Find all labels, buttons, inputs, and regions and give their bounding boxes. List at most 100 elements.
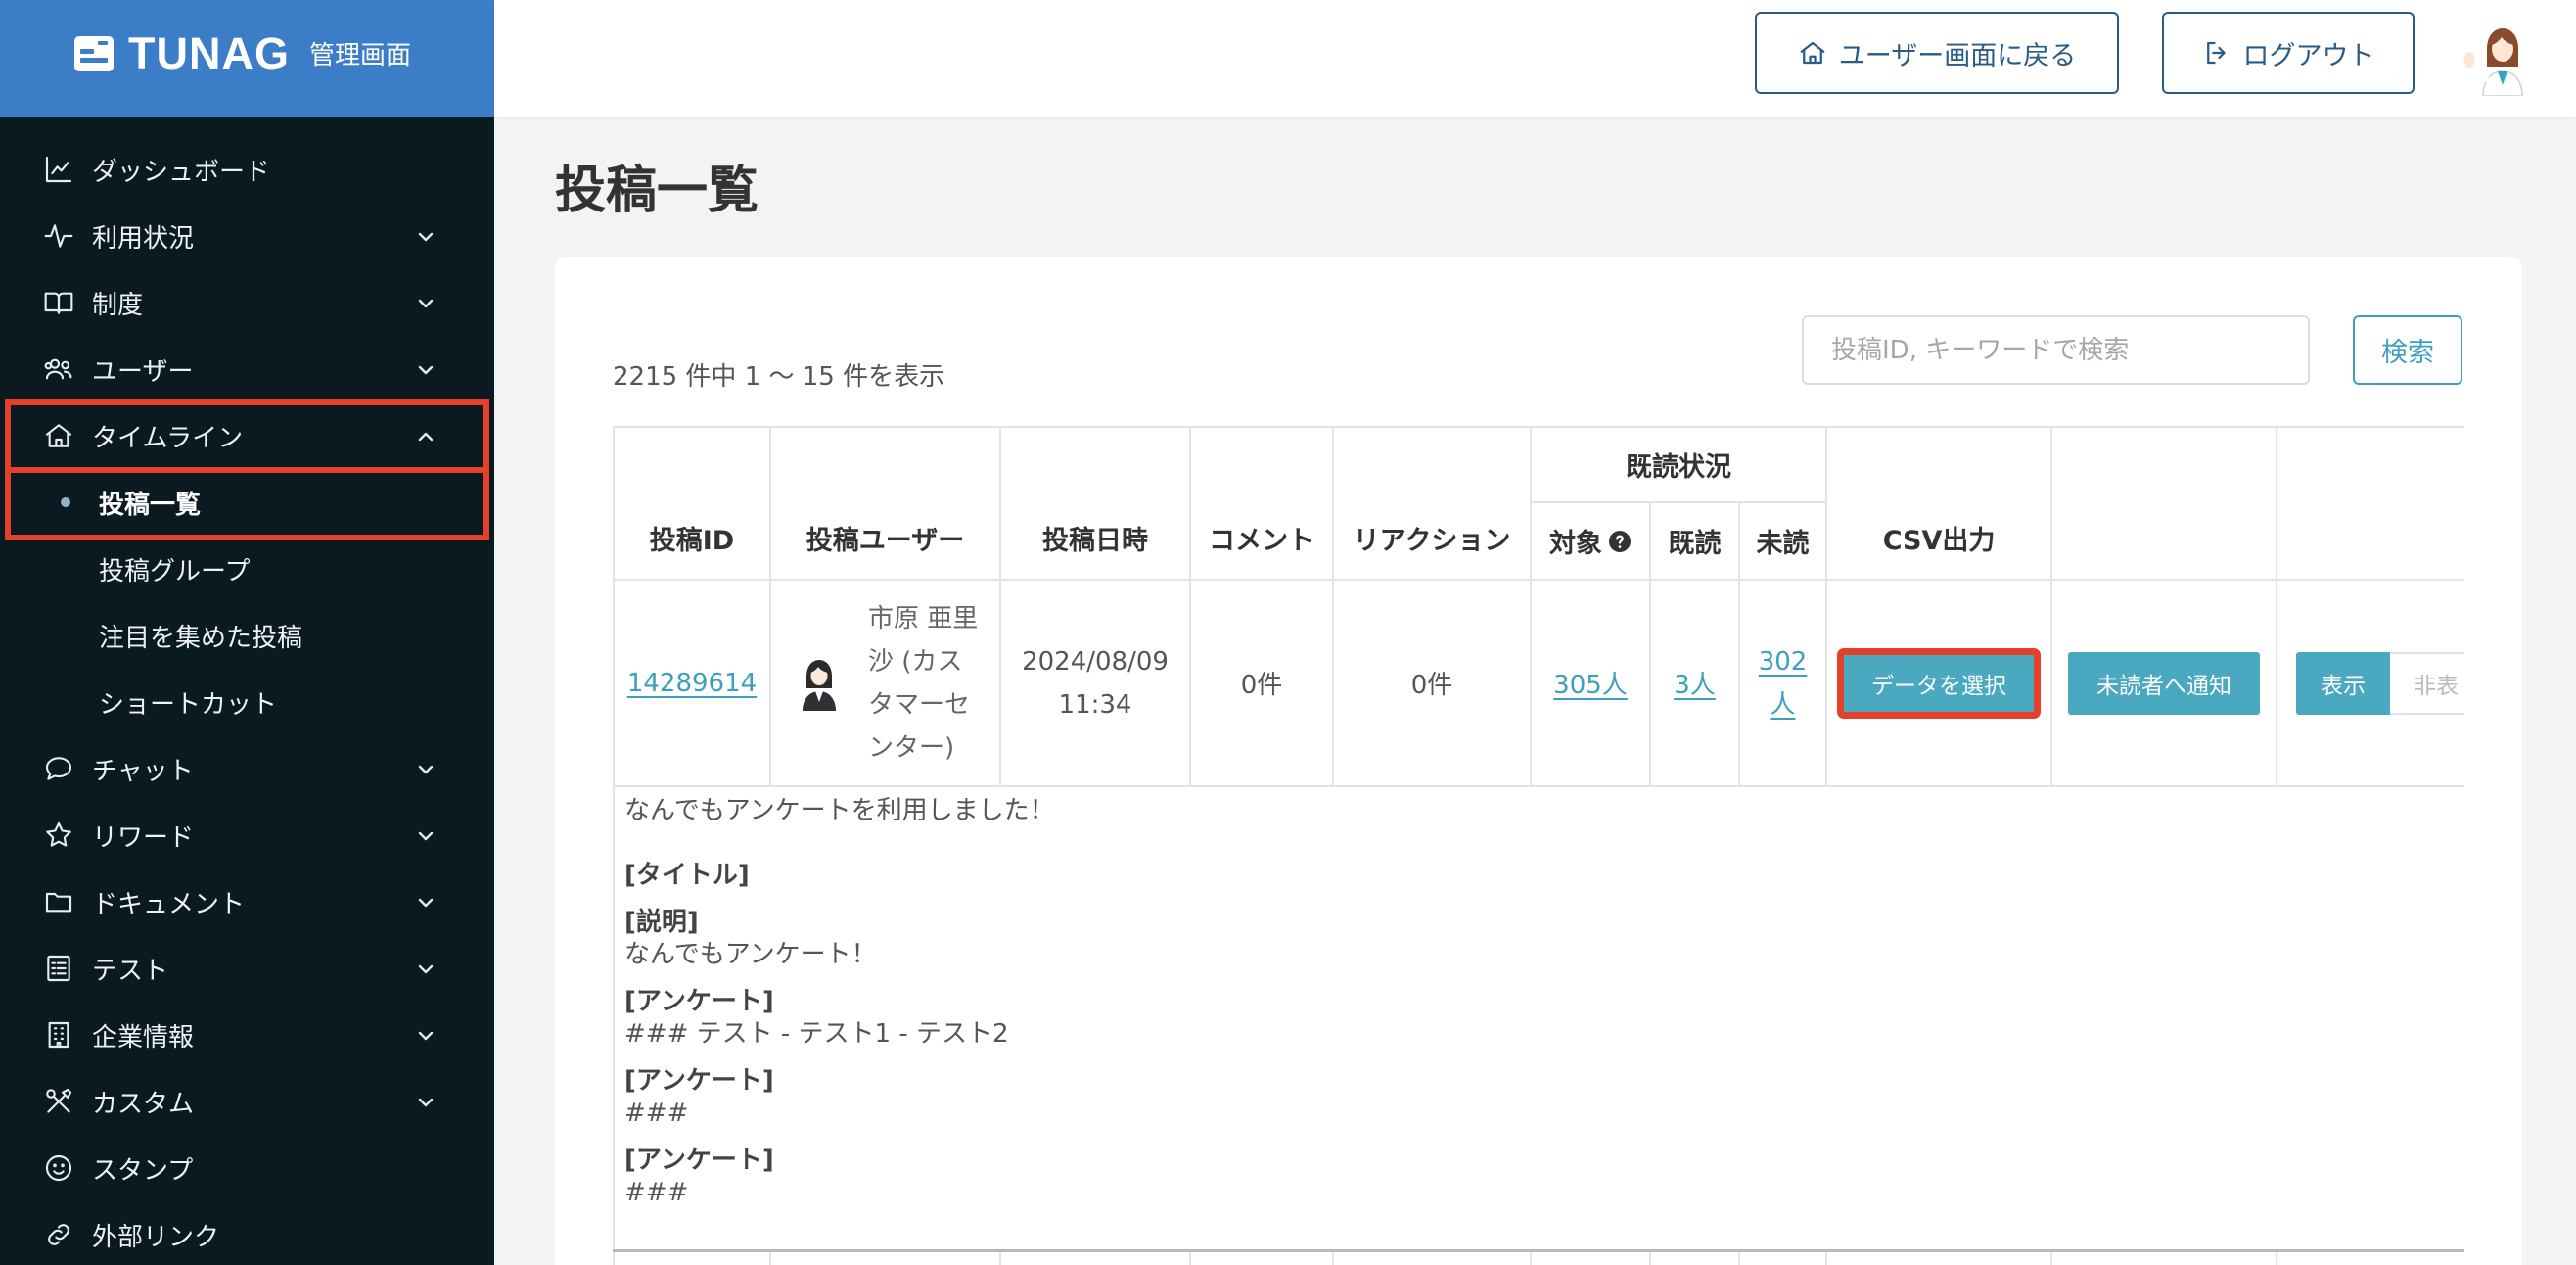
show-button[interactable]: 表示 [2296,651,2391,715]
star-icon [43,820,74,851]
chevron-down-icon[interactable] [414,1091,437,1114]
chevron-down-icon[interactable] [414,758,437,781]
table-cell [1737,1248,1828,1265]
cell-reactions: 0件 [1332,579,1532,787]
chevron-down-icon[interactable] [414,891,437,914]
sidebar-item-reward[interactable]: リワード [0,802,494,868]
sidebar-item-external-link[interactable]: 外部リンク [0,1201,494,1265]
sidebar-item-system[interactable]: 制度 [0,269,494,336]
chevron-down-icon[interactable] [414,1024,437,1048]
table-cell [1825,1248,2053,1265]
chevron-up-icon[interactable] [414,425,437,448]
chevron-down-icon[interactable] [414,958,437,981]
sidebar-subitem-label: 注目を集めた投稿 [99,623,303,653]
table-row: 14289614 市原 亜里沙 (カスタマーセンター) 2024/08/09 1… [613,579,2464,787]
active-bullet [61,497,70,507]
logout-button[interactable]: ログアウト [2162,12,2415,94]
link-icon [43,1219,74,1250]
col-header-target: 対象 [1530,501,1651,581]
chevron-down-icon[interactable] [414,292,437,315]
sidebar-item-label: カスタム [92,1089,195,1119]
search-input[interactable] [1802,315,2310,385]
logout-icon [2202,38,2231,68]
sidebar: TUNAG 管理画面 ダッシュボード 利用状況 制度 ユーザー タイムライン 投… [0,0,494,1265]
chevron-down-icon[interactable] [414,824,437,848]
description-section: [アンケート] ### テスト - テスト1 - テスト2 [624,986,2464,1051]
cell-date: 2024/08/09 11:34 [999,579,1191,787]
brand-header[interactable]: TUNAG 管理画面 [0,0,494,117]
cell-csv: データを選択 [1825,579,2053,787]
hide-button[interactable]: 非表 [2390,651,2464,715]
home-icon [1798,38,1827,68]
sidebar-item-company[interactable]: 企業情報 [0,1002,494,1068]
search-button[interactable]: 検索 [2353,315,2462,385]
sidebar-item-custom[interactable]: カスタム [0,1068,494,1135]
target-count-link[interactable]: 305人 [1553,671,1628,700]
sidebar-subitem-label: 投稿一覧 [99,490,202,520]
sidebar-item-label: 制度 [92,290,144,320]
chevron-down-icon[interactable] [414,225,437,249]
table-cell [1332,1248,1532,1265]
section-heading: [タイトル] [624,861,750,890]
page-title: 投稿一覧 [555,162,759,220]
sidebar-item-dashboard[interactable]: ダッシュボード [0,136,494,203]
table-cell [613,1248,771,1265]
home-icon [43,420,74,451]
col-header-target-label: 対象 [1549,529,1602,559]
col-header-csv: CSV出力 [1825,426,2053,581]
cell-read: 3人 [1649,579,1740,787]
sidebar-item-usage[interactable]: 利用状況 [0,203,494,269]
description-section: [アンケート] ### [624,1065,2464,1130]
col-header-post-id: 投稿ID [613,426,771,581]
user-name: 市原 亜里沙 (カスタマーセンター) [868,603,979,763]
sidebar-subitem-post-list[interactable]: 投稿一覧 [0,469,494,536]
sidebar-subitem-shortcut[interactable]: ショートカット [0,669,494,735]
section-heading: [アンケート] [624,1066,774,1096]
cell-target: 305人 [1530,579,1651,787]
description-section: [説明] なんでもアンケート！ [624,907,2464,971]
posts-table-wrapper: 投稿ID 投稿ユーザー 投稿日時 コメント リアクション 既読状況 CSV出力 … [613,426,2464,1265]
sidebar-item-test[interactable]: テスト [0,935,494,1002]
sidebar-item-label: リワード [92,822,195,853]
table-cell [1649,1248,1740,1265]
col-header-reaction: リアクション [1332,426,1532,581]
notify-unread-button[interactable]: 未読者へ通知 [2068,651,2261,715]
user-avatar[interactable] [2458,18,2536,96]
select-data-button[interactable]: データを選択 [1837,647,2042,719]
cell-post-id: 14289614 [613,579,771,787]
logout-label: ログアウト [2242,40,2375,71]
back-to-user-screen-label: ユーザー画面に戻る [1838,40,2077,71]
sidebar-item-chat[interactable]: チャット [0,735,494,802]
post-description: なんでもアンケートを利用しました！ [タイトル] [説明] なんでもアンケート！… [613,785,2464,1251]
sidebar-item-stamp[interactable]: スタンプ [0,1135,494,1201]
sidebar-subitem-post-group[interactable]: 投稿グループ [0,536,494,602]
tools-icon [43,1086,74,1117]
tunag-logo-icon [72,33,115,74]
col-header-user: 投稿ユーザー [769,426,1001,581]
book-icon [43,287,74,318]
cell-user: 市原 亜里沙 (カスタマーセンター) [769,579,1001,787]
brand-name: TUNAG [128,27,290,78]
unread-count-link[interactable]: 302人 [1759,647,1808,720]
sidebar-subitem-featured-posts[interactable]: 注目を集めた投稿 [0,602,494,669]
chat-icon [43,753,74,784]
section-body: ### テスト - テスト1 - テスト2 [624,1019,1009,1049]
chevron-down-icon[interactable] [414,358,437,382]
question-circle-icon[interactable] [1608,530,1632,553]
table-cell [1530,1248,1651,1265]
sidebar-subitem-label: 投稿グループ [99,556,251,586]
sidebar-nav: ダッシュボード 利用状況 制度 ユーザー タイムライン 投稿一覧 投稿グループ [0,136,494,1265]
users-icon [43,353,74,385]
table-cell [2276,1248,2464,1265]
read-count-link[interactable]: 3人 [1674,671,1716,700]
section-body: ### [624,1178,689,1207]
sidebar-item-document[interactable]: ドキュメント [0,868,494,935]
posts-card: 検索 2215 件中 1 〜 15 件を表示 投稿ID 投稿ユーザー 投稿日時 … [555,257,2522,1265]
sidebar-item-timeline[interactable]: タイムライン [0,402,494,469]
post-id-link[interactable]: 14289614 [627,669,757,698]
sidebar-item-label: 企業情報 [92,1022,195,1053]
table-row [613,1248,2464,1265]
back-to-user-screen-button[interactable]: ユーザー画面に戻る [1755,12,2119,94]
sidebar-item-users[interactable]: ユーザー [0,336,494,402]
cell-unread: 302人 [1737,579,1828,787]
